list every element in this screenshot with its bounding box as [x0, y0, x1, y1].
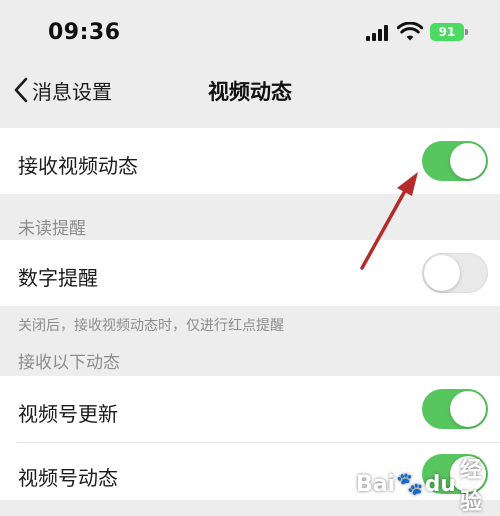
back-label: 消息设置 [32, 79, 112, 104]
cellular-signal-icon [366, 25, 390, 41]
paw-icon: 🐾 [396, 471, 424, 497]
wifi-icon [397, 22, 423, 41]
setting-label: 视频号动态 [18, 466, 118, 490]
setting-row-receive-video-updates: 接收视频动态 [0, 128, 500, 194]
watermark-text: 经验 [459, 458, 482, 515]
back-button[interactable]: 消息设置 [12, 76, 112, 104]
setting-label: 数字提醒 [18, 266, 98, 290]
section-header-receive: 接收以下动态 [18, 353, 120, 373]
channel-updates-toggle[interactable] [422, 389, 488, 429]
watermark-brand: Bai [356, 471, 396, 497]
toggle-knob [424, 255, 460, 291]
setting-row-channel-updates: 视频号更新 [0, 376, 500, 442]
setting-row-number-reminder: 数字提醒 [0, 240, 500, 306]
section-header-unread: 未读提醒 [18, 219, 86, 239]
status-bar: 09:36 91 [0, 0, 500, 62]
watermark-brand-suffix: du [424, 471, 456, 497]
setting-label: 接收视频动态 [18, 154, 138, 178]
status-time: 09:36 [48, 20, 121, 45]
battery-level: 91 [438, 25, 456, 39]
toggle-knob [450, 391, 486, 427]
toggle-knob [450, 143, 486, 179]
footnote-text: 关闭后，接收视频动态时，仅进行红点提醒 [18, 318, 284, 334]
battery-icon: 91 [430, 23, 464, 41]
navigation-bar: 视频动态 消息设置 [0, 62, 500, 118]
chevron-left-icon [14, 77, 28, 103]
setting-label: 视频号更新 [18, 402, 118, 426]
receive-video-updates-toggle[interactable] [422, 141, 488, 181]
row-divider [18, 442, 500, 443]
number-reminder-toggle[interactable] [422, 253, 488, 293]
battery-cap [465, 29, 468, 35]
baidu-watermark: Bai 🐾 du 经验 [356, 452, 500, 516]
